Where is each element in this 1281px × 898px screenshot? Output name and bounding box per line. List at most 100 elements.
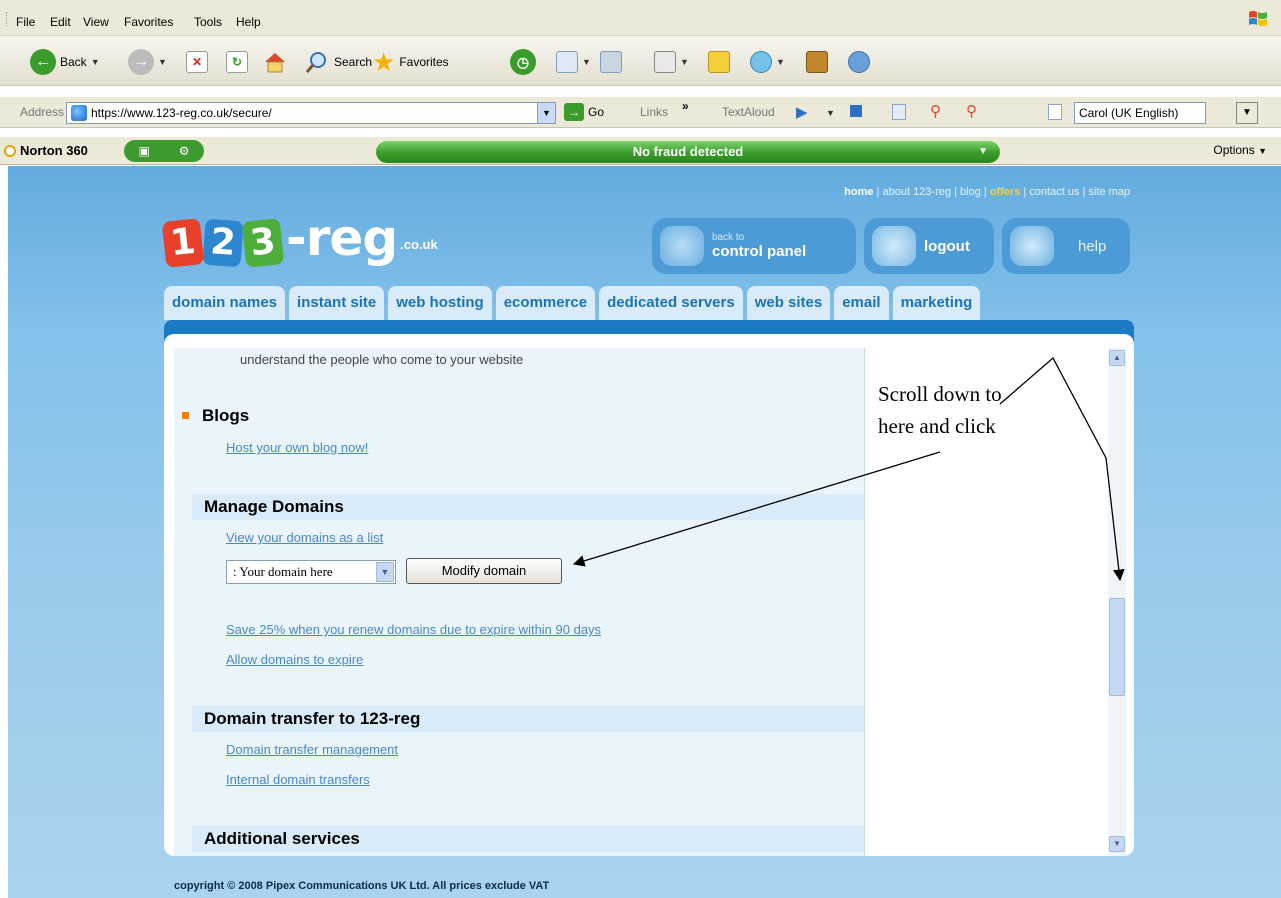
menu-view[interactable]: View (83, 15, 109, 29)
stop-speech-icon[interactable] (850, 105, 862, 117)
messenger-dropdown-icon[interactable]: ▼ (776, 57, 785, 67)
discuss-button[interactable] (708, 48, 730, 76)
menu-edit[interactable]: Edit (50, 15, 71, 29)
options-dropdown-icon: ▼ (1258, 146, 1267, 156)
intro-text: understand the people who come to your w… (240, 352, 524, 367)
logout-button[interactable]: logout (864, 218, 994, 274)
edit-dropdown-icon[interactable]: ▼ (680, 57, 689, 67)
tab-web-sites[interactable]: web sites (746, 286, 831, 320)
manage-domains-heading: Manage Domains (192, 494, 864, 520)
nav-tabs: domain names instant site web hosting ec… (164, 286, 1130, 320)
view-domains-list-link[interactable]: View your domains as a list (226, 530, 383, 545)
forward-button[interactable]: → ▼ (128, 48, 167, 76)
voice-select[interactable]: Carol (UK English) (1074, 102, 1206, 124)
scrollbar[interactable]: ▲ ▼ (1108, 348, 1126, 856)
scroll-up-icon[interactable]: ▲ (1109, 350, 1125, 366)
forward-dropdown-icon[interactable]: ▼ (158, 57, 167, 67)
links-chevron-icon[interactable]: » (682, 99, 689, 113)
zoom-out-icon[interactable]: ⚲ (966, 102, 977, 120)
menu-help[interactable]: Help (236, 15, 261, 29)
search-button[interactable]: Search (304, 48, 372, 76)
voice-settings-icon[interactable] (1048, 104, 1062, 120)
help-button[interactable]: help (1002, 218, 1130, 274)
print-button[interactable] (600, 48, 622, 76)
norton-brand: Norton 360 (4, 143, 88, 158)
help-icon (1010, 226, 1054, 266)
research-icon (806, 51, 828, 73)
norton-options[interactable]: Options ▼ (1213, 143, 1267, 157)
back-button[interactable]: ← Back ▼ (30, 48, 100, 76)
domain-select[interactable]: : Your domain here ▼ (226, 560, 396, 584)
control-panel-button[interactable]: back to control panel (652, 218, 856, 274)
options-label: Options (1213, 143, 1255, 157)
top-links: home | about 123-reg | blog | offers | c… (844, 186, 1130, 198)
help-label: help (1078, 237, 1107, 255)
contacts-button[interactable] (848, 48, 870, 76)
offers-link[interactable]: offers (990, 186, 1021, 198)
tab-dedicated-servers[interactable]: dedicated servers (599, 286, 743, 320)
blog-link[interactable]: blog (960, 186, 981, 198)
globe-icon[interactable]: ⚙ (179, 144, 190, 158)
home-button[interactable] (262, 48, 288, 76)
messenger-button[interactable]: ▼ (750, 48, 785, 76)
domain-select-dropdown-icon[interactable]: ▼ (376, 562, 394, 582)
menu-grip (6, 12, 9, 26)
about-link[interactable]: about 123-reg (882, 186, 951, 198)
search-icon (305, 52, 326, 73)
host-blog-link[interactable]: Host your own blog now! (226, 440, 368, 455)
print-icon (600, 51, 622, 73)
zoom-in-icon[interactable]: ⚲ (930, 102, 941, 120)
history-button[interactable]: ◷ (510, 48, 536, 76)
renew-domains-link[interactable]: Save 25% when you renew domains due to e… (226, 622, 601, 637)
menu-favorites[interactable]: Favorites (124, 15, 173, 29)
transfer-management-link[interactable]: Domain transfer management (226, 742, 398, 757)
home-link[interactable]: home (844, 186, 873, 198)
allow-expire-link[interactable]: Allow domains to expire (226, 652, 363, 667)
address-dropdown-icon[interactable]: ▼ (537, 103, 555, 123)
fraud-chevron-icon[interactable]: ▼ (978, 141, 988, 163)
mail-dropdown-icon[interactable]: ▼ (582, 57, 591, 67)
go-button[interactable]: → Go (564, 103, 604, 121)
tab-instant-site[interactable]: instant site (289, 286, 385, 320)
tab-ecommerce[interactable]: ecommerce (495, 286, 596, 320)
links-button[interactable]: Links (640, 105, 668, 119)
edit-icon (654, 51, 676, 73)
play-dropdown-icon[interactable]: ▼ (826, 108, 835, 118)
address-url[interactable]: https://www.123-reg.co.uk/secure/ (91, 106, 272, 120)
scroll-thumb[interactable] (1109, 598, 1125, 696)
norton-status-pill[interactable]: ▣ ⚙ (124, 140, 204, 162)
back-label: Back (60, 55, 87, 69)
menu-file[interactable]: File (16, 15, 35, 29)
fraud-status-bar[interactable]: No fraud detected ▼ (376, 141, 1000, 163)
stop-button[interactable]: ✕ (186, 48, 208, 76)
tab-domain-names[interactable]: domain names (164, 286, 286, 320)
sitemap-link[interactable]: site map (1088, 186, 1130, 198)
play-icon[interactable]: ▶ (796, 103, 808, 121)
speak-page-icon[interactable] (892, 104, 906, 120)
logout-icon (872, 226, 916, 266)
menu-tools[interactable]: Tools (194, 15, 222, 29)
research-button[interactable] (806, 48, 828, 76)
internal-transfers-link[interactable]: Internal domain transfers (226, 772, 370, 787)
gear-icon (660, 226, 704, 266)
contact-link[interactable]: contact us (1029, 186, 1079, 198)
back-dropdown-icon[interactable]: ▼ (91, 57, 100, 67)
edit-button[interactable]: ▼ (654, 48, 689, 76)
site-logo[interactable]: 1 2 3 -reg .co.uk (161, 196, 438, 268)
tab-web-hosting[interactable]: web hosting (388, 286, 492, 320)
tab-email[interactable]: email (834, 286, 889, 320)
norton-logo-icon (4, 144, 16, 157)
stop-icon: ✕ (186, 51, 208, 73)
voice-select-value: Carol (UK English) (1079, 106, 1179, 120)
address-input[interactable]: https://www.123-reg.co.uk/secure/ ▼ (66, 102, 556, 124)
monitor-icon[interactable]: ▣ (138, 144, 149, 158)
favorites-button[interactable]: ★ Favorites (372, 47, 449, 77)
refresh-button[interactable]: ↻ (226, 48, 248, 76)
go-arrow-icon: → (564, 103, 584, 121)
modify-domain-button[interactable]: Modify domain (406, 558, 562, 584)
mail-button[interactable]: ▼ (556, 48, 591, 76)
voice-dropdown-icon[interactable]: ▼ (1236, 102, 1258, 124)
scroll-down-icon[interactable]: ▼ (1109, 836, 1125, 852)
tab-marketing[interactable]: marketing (892, 286, 981, 320)
textaloud-label: TextAloud (722, 105, 775, 119)
